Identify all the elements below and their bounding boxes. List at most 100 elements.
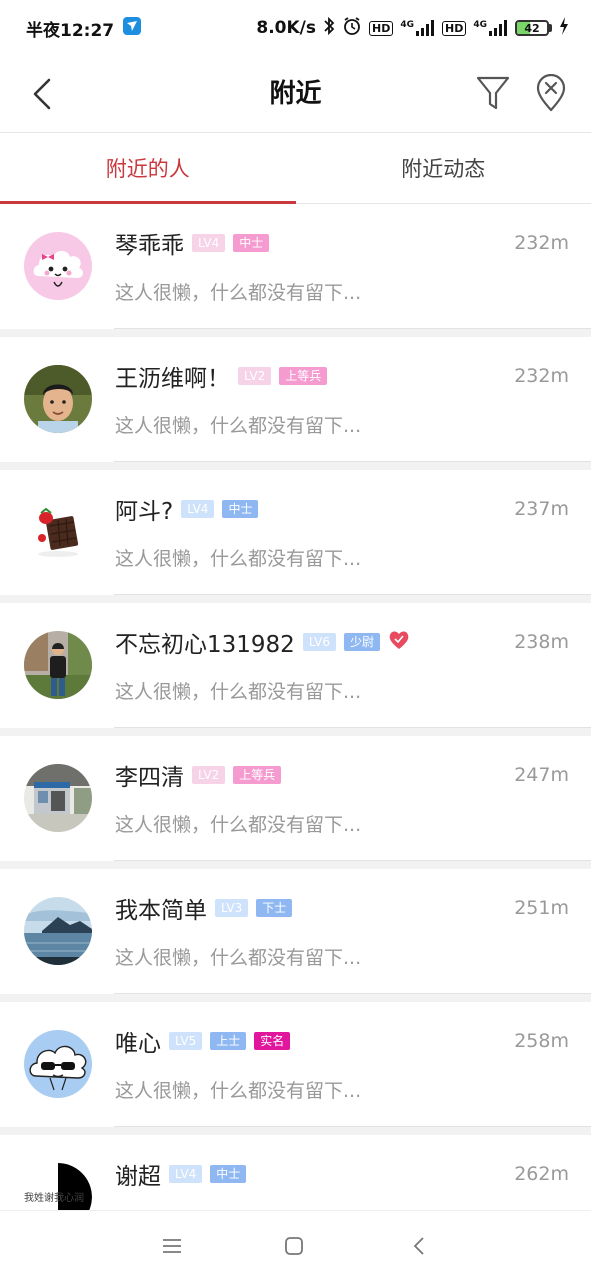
level-badge: LV3: [215, 899, 248, 917]
back-nav-button[interactable]: [404, 1231, 434, 1261]
network-type-2: 4G: [473, 20, 487, 30]
menu-icon: [162, 1237, 182, 1255]
signature: 这人很懒，什么都没有留下...: [115, 544, 361, 571]
distance: 232m: [514, 365, 569, 387]
distance: 258m: [514, 1030, 569, 1052]
rank-badge: 上等兵: [233, 766, 281, 784]
divider: [114, 594, 591, 595]
network-type: 4G: [400, 20, 414, 30]
signature: 这人很懒，什么都没有留下...: [115, 943, 361, 970]
rank-badge: 少尉: [344, 633, 380, 651]
user-name: 阿斗?: [115, 492, 173, 526]
location-clear-icon: [535, 74, 567, 112]
user-name: 李四清: [115, 758, 184, 792]
avatar[interactable]: [24, 498, 92, 566]
menu-button[interactable]: [157, 1231, 187, 1261]
rank-badge: 下士: [256, 899, 292, 917]
net-speed: 8.0K/s: [256, 18, 316, 38]
clear-location-button[interactable]: [528, 70, 574, 116]
signature: 这人很懒，什么都没有留下...: [115, 1076, 361, 1103]
name-line: 谢超LV4中士: [115, 1157, 246, 1191]
level-badge: LV2: [192, 766, 225, 784]
battery-level: 42: [524, 22, 539, 35]
signal-icon-2: 4G: [473, 20, 508, 36]
list-item[interactable]: 不忘初心131982LV6少尉238m这人很懒，什么都没有留下...: [0, 603, 591, 728]
divider: [114, 993, 591, 994]
divider: [114, 1126, 591, 1127]
title-bar: 附近: [0, 56, 591, 133]
home-button[interactable]: [279, 1231, 309, 1261]
level-badge: LV5: [169, 1032, 202, 1050]
user-name: 我本简单: [115, 891, 207, 925]
tab-nearby-people[interactable]: 附近的人: [0, 133, 296, 203]
level-badge: LV2: [238, 367, 271, 385]
home-icon: [284, 1236, 304, 1256]
filter-button[interactable]: [470, 70, 516, 116]
hd-badge-2: HD: [442, 21, 466, 36]
user-name: 唯心: [115, 1024, 161, 1058]
level-badge: LV4: [181, 500, 214, 518]
name-line: 阿斗? LV4 中士: [115, 492, 258, 526]
list-item[interactable]: 唯心 LV5 上士实名 258m 这人很懒，什么都没有留下...: [0, 1002, 591, 1127]
signature: 这人很懒，什么都没有留下...: [115, 411, 361, 438]
back-button[interactable]: [22, 72, 62, 116]
list-item[interactable]: 李四清 LV2 上等兵 247m 这人很懒，什么都没有留下...: [0, 736, 591, 861]
avatar[interactable]: [24, 365, 92, 433]
rank-badge: 中士: [233, 234, 269, 252]
avatar[interactable]: [24, 897, 92, 965]
avatar[interactable]: [24, 232, 92, 300]
name-line: 不忘初心131982LV6少尉: [115, 625, 410, 659]
filter-icon: [475, 74, 511, 112]
signature: 这人很懒，什么都没有留下...: [115, 677, 361, 704]
level-badge: LV4: [192, 234, 225, 252]
divider: [114, 461, 591, 462]
verified-badge: 实名: [254, 1032, 290, 1050]
name-line: 李四清 LV2 上等兵: [115, 758, 281, 792]
list-item[interactable]: 我姓谢我心润谢超LV4中士262m: [0, 1135, 591, 1210]
tab-bar: 附近的人 附近动态: [0, 133, 591, 204]
user-name: 琴乖乖: [115, 226, 184, 260]
level-badge: LV6: [303, 633, 336, 651]
back-nav-icon: [412, 1236, 426, 1256]
clock: 半夜12:27: [26, 16, 114, 41]
name-line: 唯心 LV5 上士实名: [115, 1024, 290, 1058]
user-list[interactable]: 琴乖乖 LV4 中士 232m 这人很懒，什么都没有留下... 王沥维啊！ LV2 上等兵 23…: [0, 204, 591, 1210]
level-badge: LV4: [169, 1165, 202, 1183]
avatar[interactable]: [24, 631, 92, 699]
alarm-icon: [342, 16, 362, 41]
user-name: 谢超: [115, 1157, 161, 1191]
battery-icon: 42: [515, 20, 552, 36]
divider: [114, 727, 591, 728]
heart-icon: [388, 630, 410, 654]
signature: 这人很懒，什么都没有留下...: [115, 278, 361, 305]
avatar[interactable]: [24, 1030, 92, 1098]
distance: 238m: [514, 631, 569, 653]
avatar-text: 我姓谢我心润: [24, 1189, 84, 1204]
avatar[interactable]: 我姓谢我心润: [24, 1163, 92, 1210]
bluetooth-icon: [323, 16, 335, 41]
name-line: 琴乖乖 LV4 中士: [115, 226, 269, 260]
status-bar: 半夜12:27 8.0K/s HD 4G HD 4G 42: [0, 0, 591, 56]
name-line: 王沥维啊！ LV2 上等兵: [115, 359, 327, 393]
charging-icon: [559, 17, 569, 40]
signature: 这人很懒，什么都没有留下...: [115, 810, 361, 837]
back-icon: [31, 77, 53, 111]
distance: 262m: [514, 1163, 569, 1185]
app-notification-icon: [122, 16, 142, 41]
distance: 247m: [514, 764, 569, 786]
list-item[interactable]: 阿斗? LV4 中士 237m 这人很懒，什么都没有留下...: [0, 470, 591, 595]
list-item[interactable]: 王沥维啊！ LV2 上等兵 232m 这人很懒，什么都没有留下...: [0, 337, 591, 462]
list-item[interactable]: 琴乖乖 LV4 中士 232m 这人很懒，什么都没有留下...: [0, 204, 591, 329]
list-item[interactable]: 我本简单 LV3 下士 251m 这人很懒，什么都没有留下...: [0, 869, 591, 994]
distance: 232m: [514, 232, 569, 254]
tab-nearby-posts[interactable]: 附近动态: [296, 133, 591, 203]
rank-badge: 中士: [222, 500, 258, 518]
avatar[interactable]: [24, 764, 92, 832]
distance: 237m: [514, 498, 569, 520]
distance: 251m: [514, 897, 569, 919]
rank-badge: 上等兵: [279, 367, 327, 385]
rank-badge: 上士: [210, 1032, 246, 1050]
name-line: 我本简单 LV3 下士: [115, 891, 292, 925]
signal-icon: 4G: [400, 20, 435, 36]
user-name: 王沥维啊！: [115, 359, 230, 393]
